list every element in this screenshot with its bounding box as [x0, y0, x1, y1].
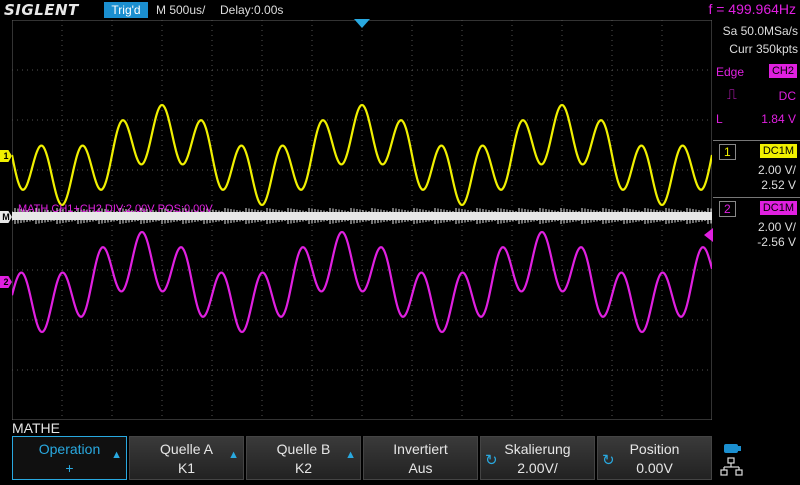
sample-rate-readout: Sa 50.0MSa/s [722, 24, 798, 38]
softkey-value: Aus [408, 460, 433, 476]
menu-title: MATHE [12, 420, 60, 436]
top-status-bar: SIGLENT Trig'd M 500us/ Delay:0.00s f = … [0, 0, 800, 20]
up-arrow-icon: ▲ [228, 449, 239, 461]
softkey-value: 0.00V [636, 460, 673, 476]
softkey-label: Quelle B [276, 441, 331, 457]
trigger-status-badge: Trig'd [104, 2, 148, 18]
source-b-softkey[interactable]: Quelle B K2 ▲ [246, 436, 361, 480]
brand-logo: SIGLENT [4, 1, 79, 19]
math-info-label: MATH CH1+CH2 DIV:2.00V POS:0.00V [18, 203, 213, 215]
operation-softkey[interactable]: Operation + ▲ [12, 436, 127, 480]
math-position-marker[interactable]: M [0, 211, 12, 223]
waveform-display[interactable]: MATH CH1+CH2 DIV:2.00V POS:0.00V [12, 20, 712, 420]
softkey-menu: Operation + ▲ Quelle A K1 ▲ Quelle B K2 … [12, 436, 712, 480]
network-icon [720, 457, 743, 476]
ch2-offset: -2.56 V [757, 235, 796, 249]
softkey-label: Operation [38, 441, 101, 457]
up-arrow-icon: ▲ [111, 449, 122, 461]
trigger-level-marker[interactable] [704, 228, 713, 242]
softkey-value: K1 [177, 460, 196, 476]
ch1-info-panel[interactable]: 1 DC1M 2.00 V/ 2.52 V [713, 140, 800, 193]
ch1-offset: 2.52 V [761, 178, 796, 192]
ch2-number: 2 [719, 201, 736, 217]
ch2-offset-marker[interactable]: 2 [0, 276, 12, 288]
position-softkey[interactable]: ↻ Position 0.00V [597, 436, 712, 480]
trigger-level-label: L [716, 112, 723, 126]
softkey-value: K2 [294, 460, 313, 476]
trigger-coupling: DC [778, 89, 796, 103]
softkey-label: Invertiert [393, 441, 448, 457]
softkey-label: Position [629, 441, 680, 457]
trigger-level-value: 1.84 V [761, 112, 796, 126]
source-a-softkey[interactable]: Quelle A K1 ▲ [129, 436, 244, 480]
ch2-info-panel[interactable]: 2 DC1M 2.00 V/ -2.56 V [713, 197, 800, 250]
math-marker-label: M [2, 212, 10, 222]
invert-softkey[interactable]: Invertiert Aus [363, 436, 478, 480]
usb-icon [724, 444, 741, 453]
ch1-offset-marker[interactable]: 1 [0, 150, 12, 162]
ch1-coupling-badge: DC1M [759, 144, 797, 158]
trigger-source-badge: CH2 [768, 64, 797, 78]
softkey-label: Quelle A [160, 441, 213, 457]
ch2-marker-label: 2 [3, 277, 9, 287]
timebase-readout: M 500us/ [156, 3, 206, 17]
ch2-scale: 2.00 V/ [757, 220, 796, 234]
up-arrow-icon: ▲ [345, 449, 356, 461]
edge-slope-icon: ⎍ [727, 86, 737, 102]
trigger-position-marker[interactable] [354, 19, 370, 28]
system-status-icons [718, 440, 798, 480]
softkey-value: + [65, 460, 74, 476]
ch1-scale: 2.00 V/ [757, 163, 796, 177]
trigger-info-panel[interactable]: Edge CH2 ⎍ DC L 1.84 V [713, 60, 800, 132]
memory-depth-readout: Curr 350kpts [729, 42, 798, 56]
delay-readout: Delay:0.00s [220, 3, 284, 17]
ch1-number: 1 [719, 144, 736, 160]
softkey-label: Skalierung [504, 441, 571, 457]
trigger-type: Edge [716, 65, 745, 79]
softkey-value: 2.00V/ [517, 460, 558, 476]
ch1-marker-label: 1 [3, 151, 9, 161]
ch2-coupling-badge: DC1M [759, 201, 797, 215]
scale-softkey[interactable]: ↻ Skalierung 2.00V/ [480, 436, 595, 480]
frequency-readout: f = 499.964Hz [708, 1, 796, 17]
